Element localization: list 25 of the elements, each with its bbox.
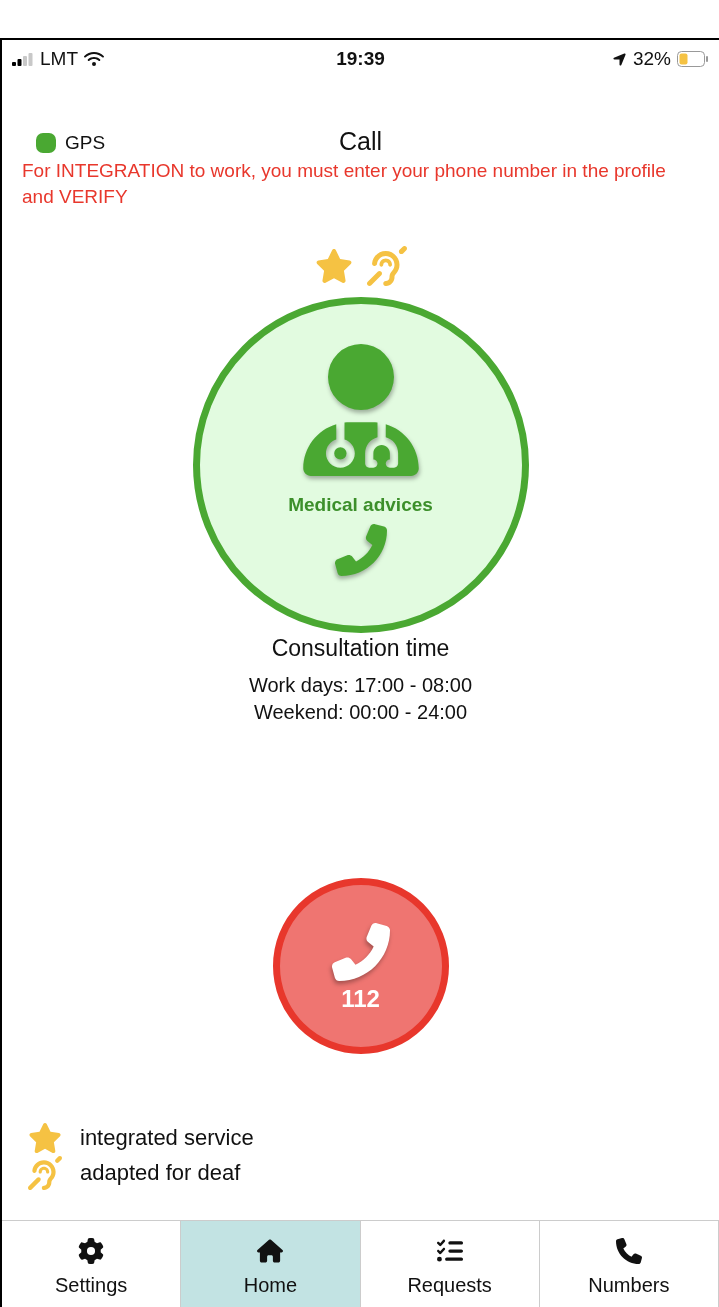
page-title: Call: [338, 126, 383, 156]
location-arrow-icon: [611, 51, 627, 67]
ear-icon: [28, 1155, 62, 1190]
legend-label: integrated service: [80, 1124, 254, 1151]
signal-icon: [12, 52, 34, 66]
hours-line: Weekend: 00:00 - 24:00: [252, 700, 469, 725]
gps-label: GPS: [65, 132, 106, 154]
star-icon: [28, 1120, 62, 1155]
wifi-icon: [84, 49, 104, 69]
home-icon: [257, 1237, 284, 1264]
service-call-button[interactable]: Medical advices: [192, 297, 529, 633]
phone-icon: [615, 1237, 642, 1264]
warning-message: For INTEGRATION to work, you must enter your phone number in the profile and VERIFY: [21, 159, 667, 209]
hours-heading: Consultation time: [270, 635, 451, 662]
phone-icon: [334, 524, 387, 576]
clock-time: 19:39: [336, 48, 385, 70]
carrier-name: LMT: [40, 48, 78, 70]
battery-percentage: 32%: [632, 48, 671, 70]
battery-icon: [677, 51, 709, 67]
phone-icon: [331, 922, 390, 981]
checklist-icon: [436, 1237, 463, 1264]
hours-line: Work days: 17:00 - 08:00: [247, 673, 474, 698]
legend-label: adapted for deaf: [80, 1159, 241, 1186]
settings-icon: [78, 1237, 105, 1264]
tab[interactable]: Home: [181, 1221, 361, 1307]
